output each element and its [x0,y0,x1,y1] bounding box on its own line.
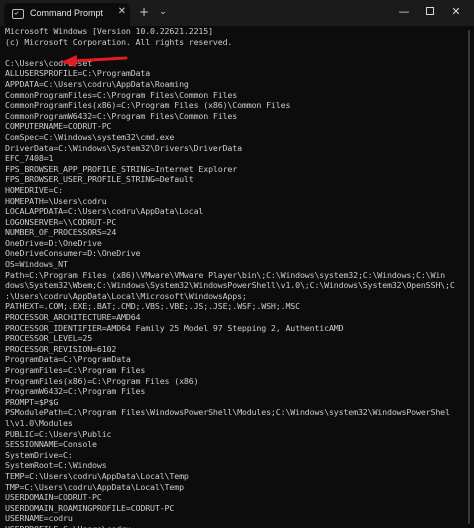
console-line: PROCESSOR_LEVEL=25 [5,333,93,344]
console-line: TEMP=C:\Users\codru\AppData\Local\Temp [5,470,189,481]
new-tab-button[interactable]: + [138,5,150,19]
console-line: (c) Microsoft Corporation. All rights re… [5,36,233,47]
console-line: FPS_BROWSER_USER_PROFILE_STRING=Default [5,174,194,185]
console-line: l\v1.0\Modules [5,417,73,428]
console-line: NUMBER_OF_PROCESSORS=24 [5,227,117,238]
console-line: SESSIONNAME=Console [5,439,97,450]
red-arrow-annotation [61,55,128,67]
tab-close-icon[interactable]: ✕ [116,6,128,20]
console-line: ComSpec=C:\Windows\system32\cmd.exe [5,131,175,142]
scrollbar[interactable] [468,30,470,524]
close-button[interactable]: ✕ [446,4,466,20]
console-line: LOGONSERVER=\\CODRUT-PC [5,216,117,227]
console-line: EFC_7408=1 [5,153,54,164]
console-line: ProgramFiles(x86)=C:\Program Files (x86) [5,375,199,386]
console-line: PSModulePath=C:\Program Files\WindowsPow… [5,407,450,418]
console-line: HOMEPATH=\Users\codru [5,195,107,206]
console-line: OS=Windows_NT [5,259,68,270]
tab-title: Command Prompt [30,8,104,18]
console-line: Microsoft Windows [Version 10.0.22621.22… [5,26,213,36]
console-line: SystemRoot=C:\Windows [5,460,107,471]
command-prompt-window: Command Prompt ✕ + ⌄ — ✕ Microsoft Windo… [0,0,474,528]
console-line: PROMPT=$P$G [5,396,59,407]
console-line: ProgramData=C:\ProgramData [5,354,131,365]
console-line: ALLUSERSPROFILE=C:\ProgramData [5,68,151,79]
terminal-icon [12,9,24,19]
console-line: COMPUTERNAME=CODRUT-PC [5,121,112,132]
console-line: ProgramFiles=C:\Program Files [5,365,146,375]
console-line: PROCESSOR_REVISION=6102 [5,343,117,354]
console-line: CommonProgramFiles(x86)=C:\Program Files… [5,100,291,111]
console-output[interactable]: Microsoft Windows [Version 10.0.22621.22… [5,26,467,528]
console-line: LOCALAPPDATA=C:\Users\codru\AppData\Loca… [5,206,204,217]
console-line: SystemDrive=C: [5,449,73,460]
console-line: OneDriveConsumer=D:\OneDrive [5,248,141,259]
console-line: HOMEDRIVE=C: [5,184,64,195]
console-line: USERNAME=codru [5,513,73,524]
console-line: USERDOMAIN=CODRUT-PC [5,492,102,503]
console-line: TMP=C:\Users\codru\AppData\Local\Temp [5,481,184,492]
console-line: dows\System32\Wbem;C:\Windows\System32\W… [5,280,455,291]
console-line: FPS_BROWSER_APP_PROFILE_STRING=Internet … [5,163,238,174]
console-line: OneDrive=D:\OneDrive [5,237,102,248]
console-line: CommonProgramW6432=C:\Program Files\Comm… [5,110,238,121]
maximize-icon [426,7,434,15]
console-line: DriverData=C:\Windows\System32\Drivers\D… [5,142,242,153]
console-line: USERPROFILE=C:\Users\codru [5,524,467,528]
console-line: PUBLIC=C:\Users\Public [5,428,112,439]
tab-dropdown-icon[interactable]: ⌄ [158,5,168,19]
console-line: PROCESSOR_ARCHITECTURE=AMD64 [5,312,141,323]
maximize-button[interactable] [420,4,440,20]
console-line: ProgramW6432=C:\Program Files [5,386,146,397]
title-bar: Command Prompt ✕ + ⌄ — ✕ [0,0,474,26]
console-line: PROCESSOR_IDENTIFIER=AMD64 Family 25 Mod… [5,322,344,333]
tab-command-prompt[interactable]: Command Prompt ✕ [4,3,130,26]
console-line: APPDATA=C:\Users\codru\AppData\Roaming [5,78,189,89]
console-line: CommonProgramFiles=C:\Program Files\Comm… [5,89,238,100]
minimize-button[interactable]: — [394,4,414,20]
console-line: Path=C:\Program Files (x86)\VMware\VMwar… [5,269,445,280]
console-line: :\Users\codru\AppData\Local\Microsoft\Wi… [5,290,247,301]
console-line: PATHEXT=.COM;.EXE;.BAT;.CMD;.VBS;.VBE;.J… [5,301,300,312]
console-line: USERDOMAIN_ROAMINGPROFILE=CODRUT-PC [5,502,175,513]
